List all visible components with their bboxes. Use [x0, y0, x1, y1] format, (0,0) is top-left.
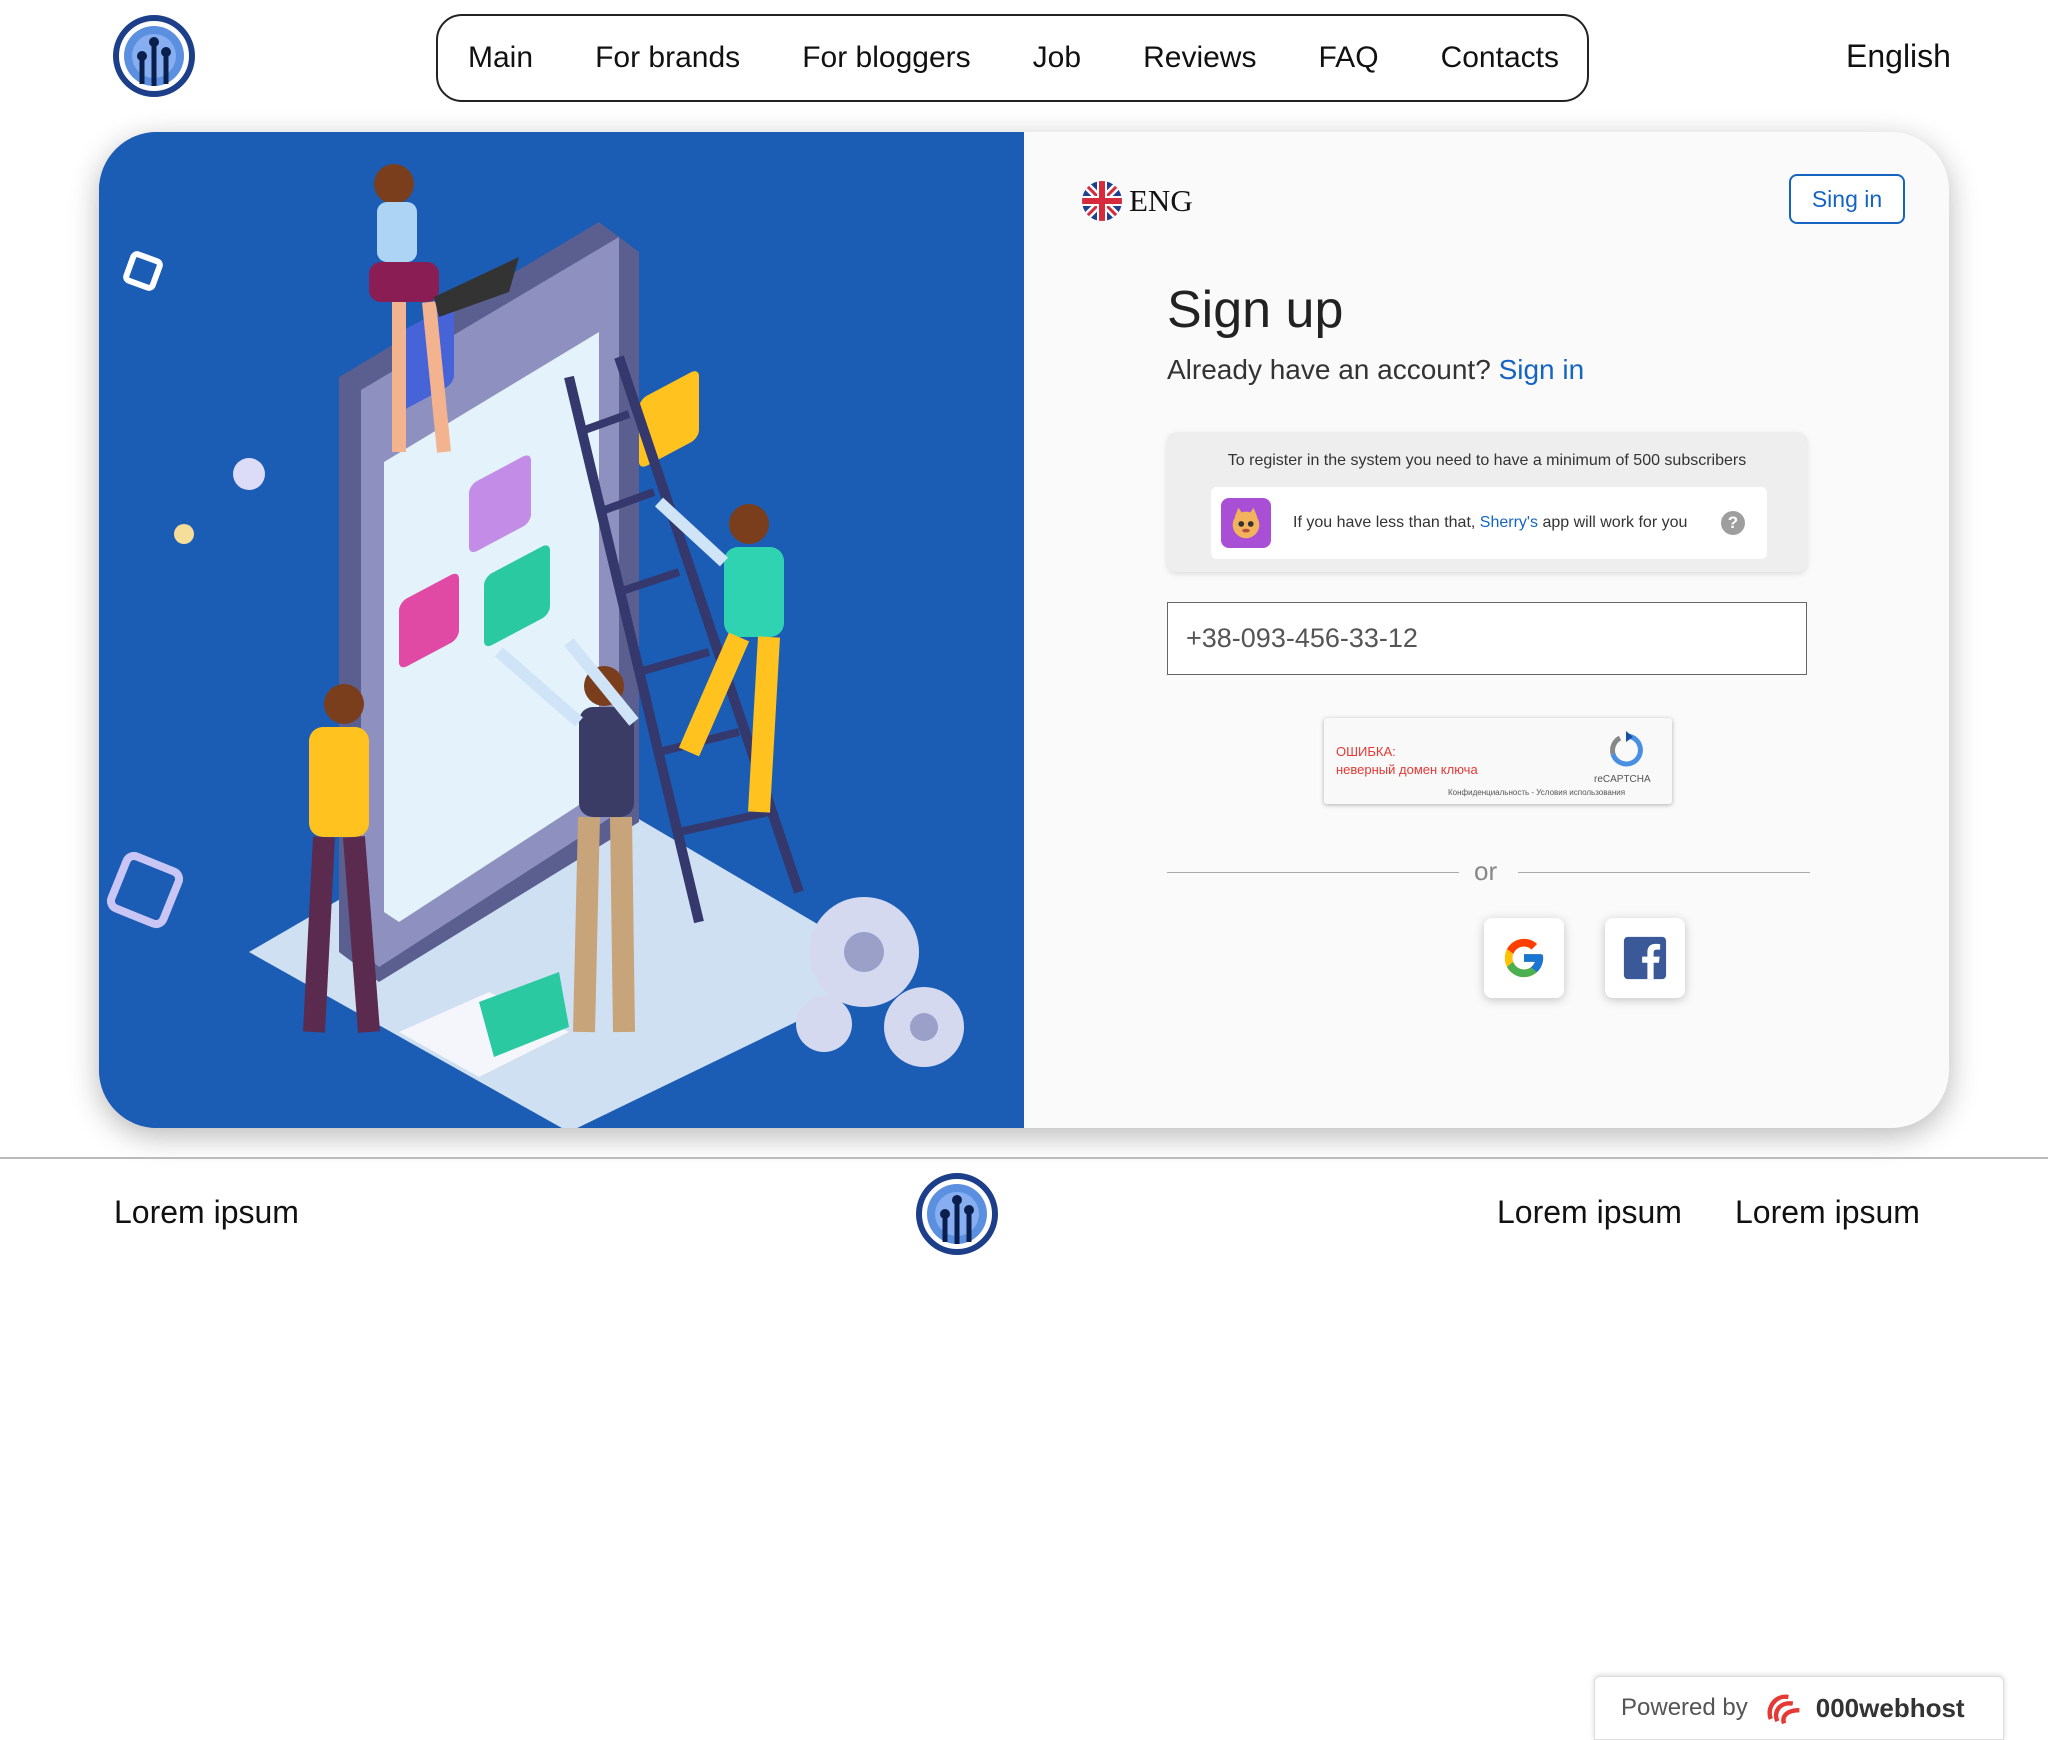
footer-link-left[interactable]: Lorem ipsum — [114, 1194, 299, 1231]
site-logo[interactable] — [112, 14, 196, 98]
nav-contacts[interactable]: Contacts — [1441, 41, 1559, 75]
language-switch[interactable]: ENG — [1081, 180, 1193, 222]
or-separator: or — [1474, 856, 1498, 886]
hero-illustration — [99, 132, 1024, 1128]
page-title: Sign up — [1167, 281, 1344, 339]
nav-for-brands[interactable]: For brands — [595, 41, 740, 75]
language-selector[interactable]: English — [1846, 38, 1951, 75]
recaptcha-terms[interactable]: Конфиденциальность - Условия использован… — [1448, 788, 1625, 797]
nav-for-bloggers[interactable]: For bloggers — [802, 41, 970, 75]
recaptcha-brand: reCAPTCHA — [1594, 774, 1651, 785]
webhost-name: 000webhost — [1815, 1692, 1965, 1723]
subscriber-notice: To register in the system you need to ha… — [1167, 432, 1807, 572]
notice-suffix: app will work for you — [1542, 514, 1688, 531]
phone-input[interactable] — [1167, 602, 1807, 675]
footer-link-right-1[interactable]: Lorem ipsum — [1497, 1194, 1682, 1231]
powered-by-text: Powered by — [1621, 1694, 1748, 1721]
captcha-error-text: неверный домен ключа — [1336, 762, 1478, 777]
main-nav: Main For brands For bloggers Job Reviews… — [436, 14, 1589, 102]
notice-message: If you have less than that, Sherry's app… — [1293, 514, 1687, 532]
nav-faq[interactable]: FAQ — [1319, 41, 1379, 75]
facebook-signin-button[interactable] — [1605, 918, 1685, 998]
footer-logo[interactable] — [915, 1172, 999, 1256]
divider-left — [1167, 872, 1459, 873]
nav-job[interactable]: Job — [1033, 41, 1081, 75]
sherry-app-icon[interactable] — [1221, 498, 1271, 548]
recaptcha-icon — [1610, 731, 1643, 767]
already-account-text: Already have an account? Sign in — [1167, 354, 1584, 386]
footer-divider — [0, 1157, 2048, 1159]
nav-reviews[interactable]: Reviews — [1143, 41, 1256, 75]
google-signin-button[interactable] — [1484, 918, 1564, 998]
sign-in-button[interactable]: Sing in — [1789, 174, 1905, 224]
notice-prefix: If you have less than that, — [1293, 514, 1476, 531]
google-icon — [1504, 938, 1544, 978]
help-icon[interactable]: ? — [1721, 511, 1745, 535]
signup-form-panel: ENG Sing in Sign up Already have an acco… — [1024, 132, 1949, 1128]
facebook-icon — [1623, 936, 1667, 980]
signup-card: ENG Sing in Sign up Already have an acco… — [99, 132, 1949, 1128]
powered-by-badge[interactable]: Powered by 000webhost — [1594, 1676, 2004, 1740]
sherry-link[interactable]: Sherry's — [1480, 514, 1538, 531]
language-code: ENG — [1129, 183, 1193, 218]
notice-app-box: If you have less than that, Sherry's app… — [1211, 487, 1767, 559]
sign-in-link[interactable]: Sign in — [1499, 354, 1585, 385]
already-account-label: Already have an account? — [1167, 354, 1491, 385]
captcha-error-title: ОШИБКА: — [1336, 744, 1396, 759]
divider-right — [1518, 872, 1810, 873]
uk-flag-icon — [1082, 181, 1122, 221]
footer-link-right-2[interactable]: Lorem ipsum — [1735, 1194, 1920, 1231]
nav-main[interactable]: Main — [468, 41, 533, 75]
notice-requirement: To register in the system you need to ha… — [1227, 452, 1747, 469]
recaptcha-widget[interactable]: ОШИБКА: неверный домен ключа reCAPTCHA К… — [1324, 718, 1672, 804]
webhost-logo-icon — [1767, 1694, 1800, 1725]
